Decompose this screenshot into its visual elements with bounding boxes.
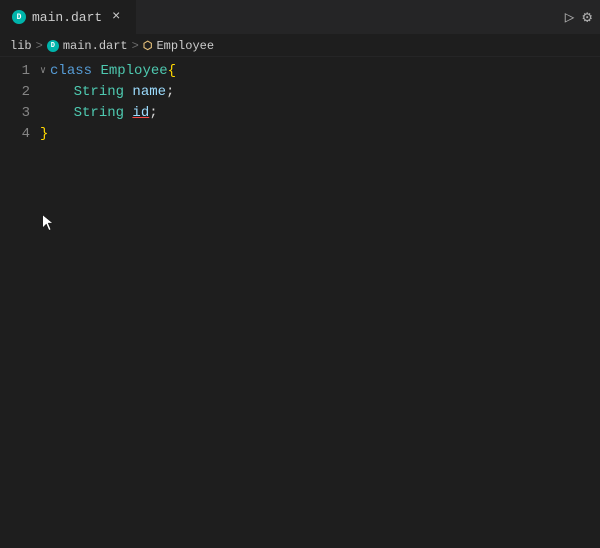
breadcrumb-file[interactable]: D main.dart xyxy=(47,39,128,53)
code-area[interactable]: ∨ class Employee{ String name; String id… xyxy=(40,57,600,548)
breadcrumb-class-label: Employee xyxy=(156,39,214,53)
semicolon-1: ; xyxy=(166,82,174,103)
code-line-2: String name; xyxy=(40,82,600,103)
line-num-3: 3 xyxy=(0,103,30,124)
class-name: Employee xyxy=(100,61,167,82)
tab-bar: D main.dart × ▷ ⚙ xyxy=(0,0,600,35)
breadcrumb-lib[interactable]: lib xyxy=(10,39,32,53)
semicolon-2: ; xyxy=(149,103,157,124)
editor-actions: ▷ ⚙ xyxy=(565,7,600,27)
open-brace: { xyxy=(168,61,176,82)
run-icon[interactable]: ▷ xyxy=(565,7,575,27)
line-num-1: 1 xyxy=(0,61,30,82)
settings-icon[interactable]: ⚙ xyxy=(582,7,592,27)
breadcrumb-dart-icon: D xyxy=(47,40,59,52)
indent-2 xyxy=(40,82,74,103)
editor: 1 2 3 4 ∨ class Employee{ String name; S… xyxy=(0,57,600,548)
close-brace: } xyxy=(40,124,48,145)
var-name: name xyxy=(132,82,166,103)
tab-filename: main.dart xyxy=(32,10,102,25)
line-numbers: 1 2 3 4 xyxy=(0,57,40,548)
tab-close-button[interactable]: × xyxy=(108,9,124,25)
dart-tab-icon: D xyxy=(12,10,26,24)
code-line-3: String id; xyxy=(40,103,600,124)
indent-3 xyxy=(40,103,74,124)
breadcrumb: lib > D main.dart > ⬡ Employee xyxy=(0,35,600,57)
var-id: id xyxy=(132,103,149,124)
breadcrumb-class-icon: ⬡ xyxy=(143,39,153,53)
tab-main-dart[interactable]: D main.dart × xyxy=(0,0,137,34)
breadcrumb-file-label: main.dart xyxy=(63,39,128,53)
line-num-4: 4 xyxy=(0,124,30,145)
breadcrumb-class[interactable]: ⬡ Employee xyxy=(143,39,214,53)
code-line-1: ∨ class Employee{ xyxy=(40,61,600,82)
code-line-4: } xyxy=(40,124,600,145)
collapse-arrow[interactable]: ∨ xyxy=(40,64,46,79)
keyword-class: class xyxy=(50,61,100,82)
breadcrumb-sep-1: > xyxy=(36,39,43,53)
type-string-1: String xyxy=(74,82,133,103)
breadcrumb-lib-label: lib xyxy=(10,39,32,53)
line-num-2: 2 xyxy=(0,82,30,103)
breadcrumb-sep-2: > xyxy=(132,39,139,53)
type-string-2: String xyxy=(74,103,133,124)
